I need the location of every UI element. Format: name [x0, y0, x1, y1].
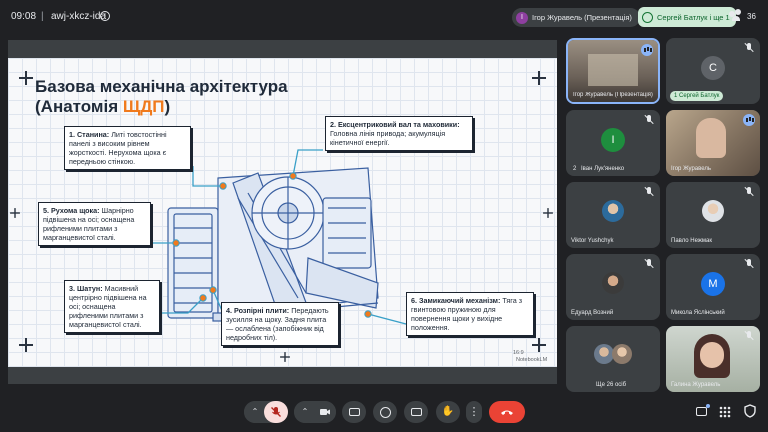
tile-participant[interactable]: M Микола Яслінський: [666, 254, 760, 320]
top-bar: 09:08 | awj-xkcz-ida i І Ігор Журавель (…: [0, 0, 768, 34]
camera-toggle-button[interactable]: [314, 401, 336, 423]
tile-name: 1 Сергей Батлук: [670, 91, 724, 101]
presenter-label: Ігор Журавель (Презентація): [532, 13, 632, 22]
callout-moving-jaw: 5. Рухома щока: Шарнірно підвішена на ос…: [38, 202, 151, 246]
host-chip[interactable]: Сергей Батлук і ще 1: [638, 7, 736, 27]
callout-frame: 1. Станина: Литі товстостінні панелі з в…: [64, 126, 191, 170]
present-button[interactable]: [342, 401, 366, 423]
avatar: С: [701, 56, 725, 80]
mic-off-icon: [744, 259, 754, 269]
aspect-ratio-label: 16:9: [513, 350, 524, 356]
presenter-avatar: І: [516, 11, 528, 24]
raise-hand-button[interactable]: ✋: [436, 401, 460, 423]
emoji-icon: [379, 406, 391, 418]
present-icon: [348, 408, 360, 416]
avatar: І: [601, 128, 625, 152]
tile-participant[interactable]: Ігор Журавель: [666, 110, 760, 176]
tile-presenter-screen[interactable]: Ігор Журавель (Презентація): [566, 38, 660, 104]
presentation-slide: Базова механічна архітектура (Анатомія Щ…: [8, 58, 557, 367]
mic-options-button[interactable]: ⌃: [244, 401, 266, 423]
clock: 09:08: [11, 11, 37, 22]
shared-screen[interactable]: Базова механічна архітектура (Анатомія Щ…: [8, 40, 557, 384]
tile-name: Ігор Журавель: [671, 166, 712, 172]
tile-participant[interactable]: С 1 Сергей Батлук: [666, 38, 760, 104]
host-label: Сергей Батлук і ще 1: [657, 12, 730, 22]
mic-off-icon: [644, 187, 654, 197]
tile-name: Едуард Возний: [571, 310, 614, 316]
chat-button[interactable]: [694, 404, 710, 420]
tile-participant[interactable]: Едуард Возний: [566, 254, 660, 320]
tile-name: Микола Яслінський: [671, 310, 725, 316]
notebooklm-watermark: NotebookLM: [516, 357, 548, 363]
shield-icon: [744, 404, 756, 418]
people-icon: [729, 9, 743, 23]
tile-name: Ще 26 осіб: [596, 382, 627, 388]
tile-more-participants[interactable]: Ще 26 осіб: [566, 326, 660, 392]
mic-off-icon: [744, 43, 754, 53]
participants-count: 36: [747, 11, 756, 21]
info-icon[interactable]: i: [100, 11, 110, 21]
separator: |: [41, 11, 44, 22]
camera-icon: [320, 409, 330, 415]
speaking-icon: [641, 44, 653, 56]
avatar: M: [701, 272, 725, 296]
apps-icon: [719, 406, 731, 418]
avatar: [702, 200, 724, 222]
presenter-chip[interactable]: І Ігор Журавель (Презентація): [512, 8, 640, 27]
mic-toggle-button[interactable]: [264, 401, 288, 423]
callout-shaft: 2. Ексцентриковий вал та маховики: Голов…: [325, 116, 473, 151]
mic-off-icon: [744, 331, 754, 341]
avatar: [602, 272, 624, 294]
tile-participant[interactable]: Павло Нежмак: [666, 182, 760, 248]
leave-call-button[interactable]: [489, 401, 525, 423]
tile-name: 2 Іван Лук'яненко: [571, 166, 625, 172]
mic-off-icon: [644, 259, 654, 269]
raise-hand-icon: ✋: [441, 406, 455, 417]
chevron-up-icon: ⌃: [251, 407, 259, 416]
mic-off-icon: [744, 187, 754, 197]
tile-name: Галина Журавель: [671, 382, 721, 388]
callout-pitman: 3. Шатун: Масивний центрірно підвішена н…: [64, 280, 160, 333]
tile-name: Viktor Yushchyk: [571, 238, 614, 244]
participants-button[interactable]: 36: [729, 9, 756, 23]
captions-icon: [410, 408, 422, 416]
notification-dot: [706, 404, 710, 408]
captions-button[interactable]: [404, 401, 428, 423]
avatar: [594, 344, 614, 364]
chat-icon: [696, 407, 707, 416]
chevron-up-icon: ⌃: [301, 407, 309, 416]
callout-closing-mechanism: 6. Замикаючий механізм: Тяга з гвинтовою…: [406, 292, 534, 336]
tile-name: Ігор Журавель (Презентація): [573, 92, 653, 98]
tile-participant[interactable]: Viktor Yushchyk: [566, 182, 660, 248]
avatar: [602, 200, 624, 222]
callout-toggle-plates: 4. Розпірні плити: Передають зусилля на …: [221, 302, 339, 346]
more-options-button[interactable]: ⋮: [466, 401, 482, 423]
speaking-icon: [743, 114, 755, 126]
host-icon: [642, 11, 653, 23]
tile-participant[interactable]: Галина Журавель: [666, 326, 760, 392]
more-icon: ⋮: [468, 405, 480, 418]
mic-off-icon: [271, 407, 281, 417]
apps-button[interactable]: [719, 405, 731, 418]
meeting-code: awj-xkcz-ida: [51, 11, 107, 22]
emoji-button[interactable]: [373, 401, 397, 423]
avatar: [612, 344, 632, 364]
leave-call-icon: [501, 410, 513, 415]
camera-options-button[interactable]: ⌃: [294, 401, 316, 423]
host-controls-button[interactable]: [744, 404, 758, 418]
tile-participant[interactable]: І 2 Іван Лук'яненко: [566, 110, 660, 176]
mic-off-icon: [644, 115, 654, 125]
tile-name: Павло Нежмак: [671, 238, 712, 244]
